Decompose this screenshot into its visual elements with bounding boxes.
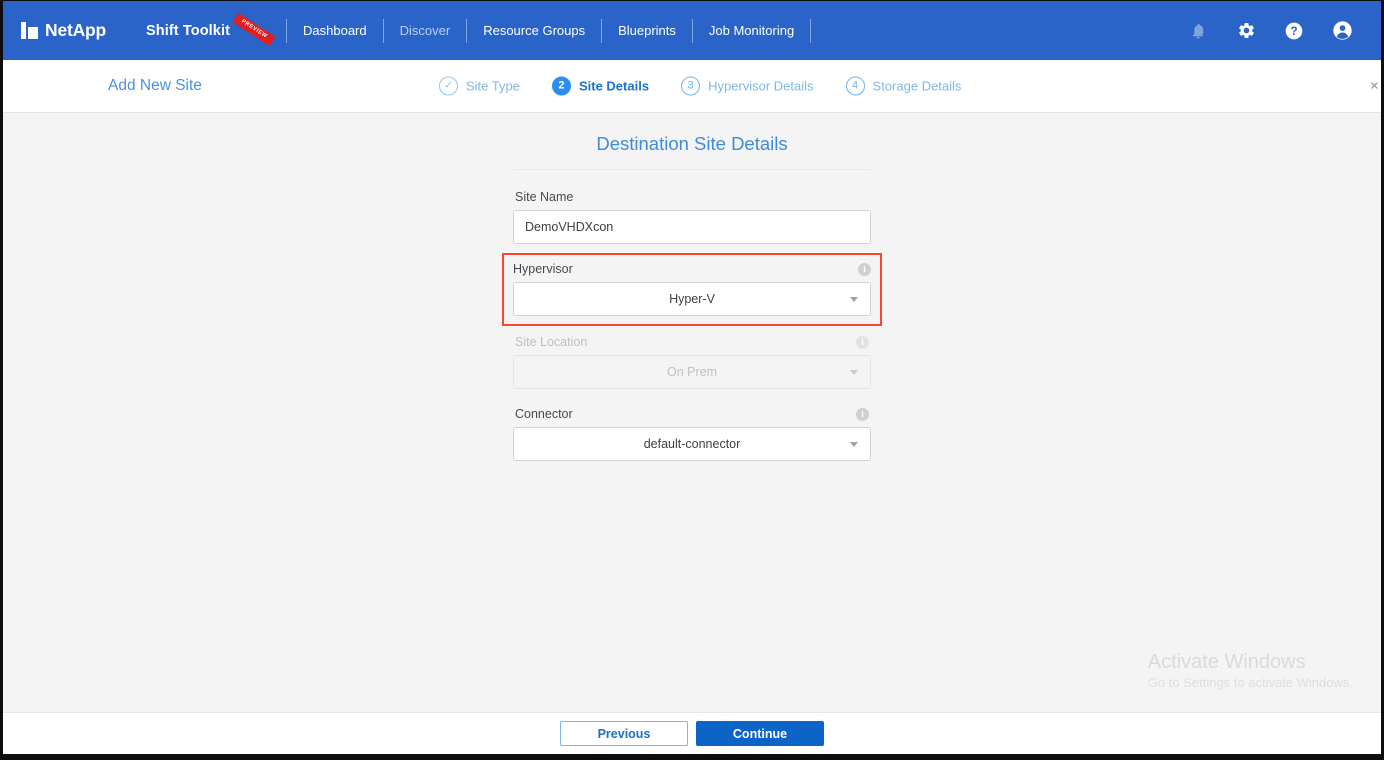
wizard-step-label: Site Details: [578, 78, 650, 94]
wizard-step-hypervisor-details[interactable]: 3 Hypervisor Details: [681, 76, 814, 96]
netapp-mark-icon: [21, 22, 38, 39]
field-site-location: Site Location i On Prem: [513, 335, 871, 389]
connector-select[interactable]: default-connector: [513, 427, 871, 461]
chevron-down-icon: [850, 370, 858, 375]
wizard-header: Add New Site ✓ Site Type 2 Site Details …: [3, 60, 1381, 113]
wizard-step-site-details[interactable]: 2 Site Details: [551, 76, 650, 96]
chevron-down-icon: [850, 442, 858, 447]
previous-button[interactable]: Previous: [560, 721, 688, 746]
nav-item-discover[interactable]: Discover: [384, 1, 467, 60]
connector-label: Connector: [515, 407, 573, 421]
nav-item-blueprints[interactable]: Blueprints: [602, 1, 692, 60]
field-label-row: Site Location i: [513, 335, 871, 355]
site-location-select: On Prem: [513, 355, 871, 389]
nav-item-dashboard[interactable]: Dashboard: [287, 1, 383, 60]
site-name-label: Site Name: [515, 190, 574, 204]
wizard-footer: Previous Continue: [3, 712, 1381, 754]
top-navigation-bar: NetApp Shift Toolkit PREVIEW Dashboard D…: [3, 1, 1381, 60]
field-label-row: Connector i: [513, 407, 871, 427]
wizard-step-label: Storage Details: [872, 78, 962, 94]
step-number-badge: 4: [845, 76, 865, 96]
step-number-badge: 3: [681, 76, 701, 96]
site-location-selected-value: On Prem: [666, 365, 717, 379]
product-title: Shift Toolkit: [146, 22, 231, 39]
field-hypervisor: Hypervisor i Hyper-V: [502, 253, 882, 326]
info-icon[interactable]: i: [856, 335, 869, 349]
wizard-step-storage-details[interactable]: 4 Storage Details: [845, 76, 962, 96]
info-icon[interactable]: i: [856, 407, 869, 421]
step-number-badge: 2: [551, 76, 571, 96]
gear-icon[interactable]: [1235, 20, 1257, 42]
wizard-step-label: Hypervisor Details: [708, 78, 814, 94]
form-heading: Destination Site Details: [596, 133, 788, 154]
info-icon[interactable]: i: [858, 262, 871, 276]
chevron-down-icon: [850, 297, 858, 302]
watermark-title: Activate Windows: [1147, 651, 1306, 673]
site-location-label: Site Location: [515, 335, 588, 349]
wizard-step-site-type[interactable]: ✓ Site Type: [439, 76, 520, 96]
hypervisor-selected-value: Hyper-V: [669, 292, 715, 306]
wizard-step-label: Site Type: [466, 78, 520, 94]
watermark-subtitle: Go to Settings to activate Windows.: [1147, 675, 1353, 690]
site-name-input[interactable]: [513, 210, 871, 244]
application-window: NetApp Shift Toolkit PREVIEW Dashboard D…: [0, 0, 1384, 760]
netapp-wordmark: NetApp: [45, 20, 107, 40]
hypervisor-label: Hypervisor: [513, 262, 573, 276]
field-site-name: Site Name: [513, 190, 871, 244]
wizard-content-area: Destination Site Details Site Name Hyper…: [3, 113, 1381, 712]
help-icon[interactable]: ?: [1283, 20, 1305, 42]
close-icon[interactable]: ×: [1370, 79, 1380, 94]
field-label-row: Site Name: [513, 190, 871, 210]
windows-activation-watermark: Activate Windows Go to Settings to activ…: [1148, 650, 1353, 690]
preview-ribbon-badge: PREVIEW: [232, 12, 276, 46]
field-connector: Connector i default-connector: [513, 407, 871, 461]
svg-text:?: ?: [1290, 25, 1297, 38]
bell-icon[interactable]: [1187, 20, 1209, 42]
check-icon: ✓: [439, 76, 458, 96]
nav-divider: [810, 18, 812, 43]
continue-button[interactable]: Continue: [696, 721, 824, 746]
page-title: Add New Site: [108, 77, 202, 94]
wizard-step-list: ✓ Site Type 2 Site Details 3 Hypervisor …: [439, 76, 962, 96]
preview-ribbon-label: PREVIEW: [232, 12, 276, 46]
heading-divider: [513, 169, 871, 170]
connector-selected-value: default-connector: [643, 437, 741, 451]
account-icon[interactable]: [1331, 20, 1353, 42]
topbar-icon-group: ?: [1187, 20, 1367, 42]
nav-item-job-monitoring[interactable]: Job Monitoring: [693, 1, 810, 60]
nav-item-resource-groups[interactable]: Resource Groups: [467, 1, 601, 60]
field-label-row: Hypervisor i: [513, 262, 871, 282]
netapp-logo[interactable]: NetApp: [21, 20, 106, 41]
hypervisor-select[interactable]: Hyper-V: [513, 282, 871, 316]
site-details-form: Destination Site Details Site Name Hyper…: [502, 113, 882, 461]
